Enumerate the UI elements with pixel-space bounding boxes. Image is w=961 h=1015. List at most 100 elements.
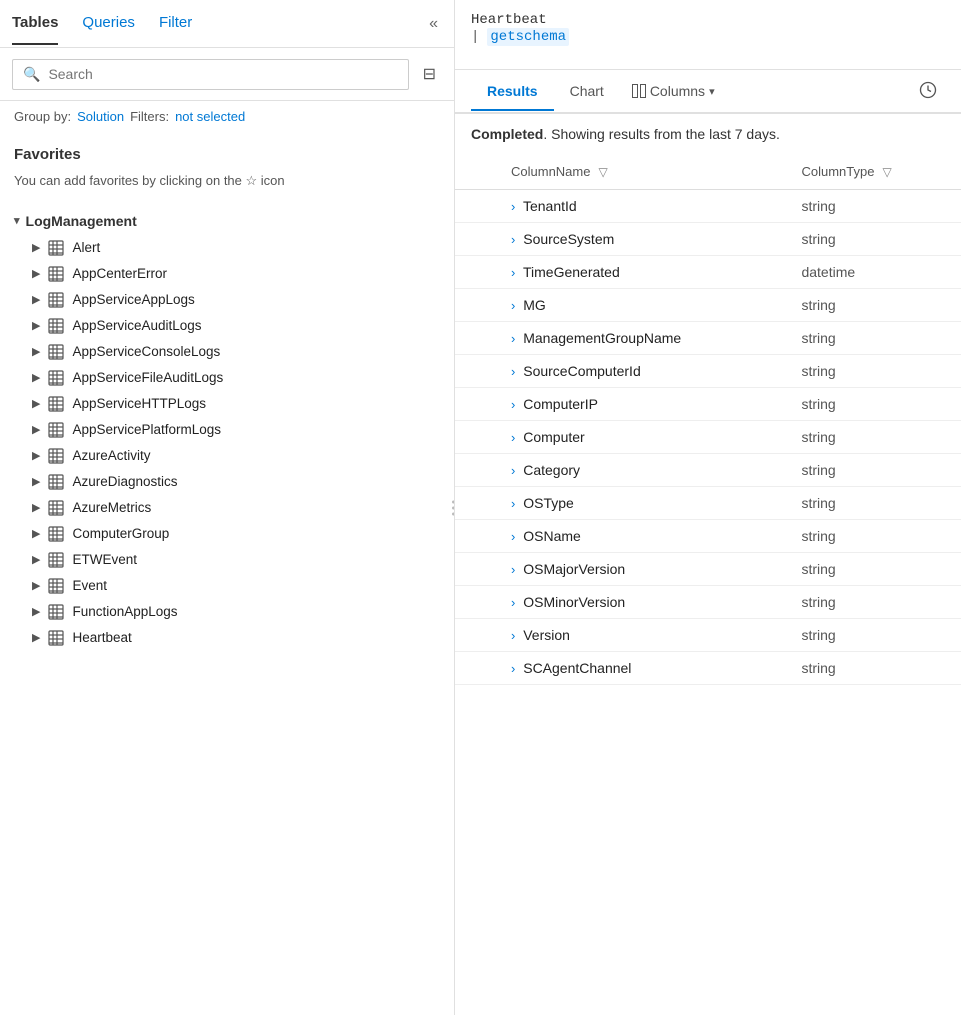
expand-arrow-icon: ▶ — [32, 605, 40, 618]
cell-column-type: string — [785, 553, 961, 586]
row-expand-icon[interactable]: › — [511, 463, 519, 478]
table-row[interactable]: › Version string — [455, 619, 961, 652]
table-grid-icon — [48, 630, 64, 646]
expand-arrow-icon: ▶ — [32, 631, 40, 644]
row-expand-icon[interactable]: › — [511, 232, 519, 247]
cell-column-type: string — [785, 487, 961, 520]
table-grid-icon — [48, 344, 64, 360]
row-expand-icon[interactable]: › — [511, 298, 519, 313]
table-item[interactable]: ▶ Event — [0, 573, 454, 599]
tab-results[interactable]: Results — [471, 73, 554, 111]
table-row[interactable]: › OSName string — [455, 520, 961, 553]
cell-column-type: string — [785, 322, 961, 355]
row-expand-icon[interactable]: › — [511, 199, 519, 214]
row-expand-icon[interactable]: › — [511, 496, 519, 511]
table-item[interactable]: ▶ AzureActivity — [0, 443, 454, 469]
tab-filter[interactable]: Filter — [159, 2, 192, 45]
logmanagement-header[interactable]: ▾ LogManagement — [0, 207, 454, 235]
table-row[interactable]: › ComputerIP string — [455, 388, 961, 421]
expand-arrow-icon: ▶ — [32, 319, 40, 332]
row-expand-icon[interactable]: › — [511, 331, 519, 346]
search-input[interactable] — [48, 66, 397, 82]
table-item[interactable]: ▶ AzureDiagnostics — [0, 469, 454, 495]
right-panel: Heartbeat | getschema Results Chart Colu… — [455, 0, 961, 1015]
table-item[interactable]: ▶ ETWEvent — [0, 547, 454, 573]
row-expand-icon[interactable]: › — [511, 529, 519, 544]
row-number — [455, 652, 495, 685]
table-item[interactable]: ▶ Heartbeat — [0, 625, 454, 651]
tab-columns[interactable]: Columns ▾ — [620, 73, 727, 111]
tab-tables[interactable]: Tables — [12, 2, 58, 45]
row-expand-icon[interactable]: › — [511, 562, 519, 577]
tab-chart[interactable]: Chart — [554, 73, 620, 111]
row-expand-icon[interactable]: › — [511, 364, 519, 379]
table-item[interactable]: ▶ FunctionAppLogs — [0, 599, 454, 625]
table-name-label: FunctionAppLogs — [72, 604, 177, 619]
row-number — [455, 487, 495, 520]
table-grid-icon — [48, 604, 64, 620]
row-expand-icon[interactable]: › — [511, 430, 519, 445]
table-row[interactable]: › SCAgentChannel string — [455, 652, 961, 685]
th-row-num — [455, 154, 495, 190]
column-type-filter-icon[interactable]: ▽ — [882, 165, 891, 179]
query-editor[interactable]: Heartbeat | getschema — [455, 0, 961, 70]
row-number — [455, 421, 495, 454]
column-name-filter-icon[interactable]: ▽ — [598, 165, 607, 179]
columns-icon — [632, 84, 646, 98]
table-row[interactable]: › OSType string — [455, 487, 961, 520]
table-item[interactable]: ▶ AppServiceAppLogs — [0, 287, 454, 313]
expand-arrow-icon: ▶ — [32, 553, 40, 566]
expand-arrow-icon: ▶ — [32, 293, 40, 306]
expand-arrow-icon: ▶ — [32, 241, 40, 254]
filters-value[interactable]: not selected — [175, 109, 245, 124]
expand-arrow-icon: ▶ — [32, 579, 40, 592]
time-icon-button[interactable] — [911, 73, 945, 110]
table-item[interactable]: ▶ Alert — [0, 235, 454, 261]
row-expand-icon[interactable]: › — [511, 595, 519, 610]
table-item[interactable]: ▶ ComputerGroup — [0, 521, 454, 547]
row-expand-icon[interactable]: › — [511, 265, 519, 280]
table-row[interactable]: › OSMinorVersion string — [455, 586, 961, 619]
table-name-label: AppServiceConsoleLogs — [72, 344, 220, 359]
filter-icon[interactable]: ⊟ — [417, 58, 442, 90]
table-row[interactable]: › TimeGenerated datetime — [455, 256, 961, 289]
table-item[interactable]: ▶ AppServiceHTTPLogs — [0, 391, 454, 417]
group-by-value[interactable]: Solution — [77, 109, 124, 124]
table-row[interactable]: › ManagementGroupName string — [455, 322, 961, 355]
row-expand-icon[interactable]: › — [511, 661, 519, 676]
table-item[interactable]: ▶ AppServiceFileAuditLogs — [0, 365, 454, 391]
table-name-label: AzureActivity — [72, 448, 150, 463]
query-line-1: Heartbeat — [471, 12, 945, 28]
cell-column-name: › SCAgentChannel — [495, 652, 785, 685]
table-item[interactable]: ▶ AzureMetrics — [0, 495, 454, 521]
table-row[interactable]: › Computer string — [455, 421, 961, 454]
table-name-label: Event — [72, 578, 107, 593]
table-grid-icon — [48, 370, 64, 386]
table-row[interactable]: › SourceComputerId string — [455, 355, 961, 388]
table-row[interactable]: › OSMajorVersion string — [455, 553, 961, 586]
row-expand-icon[interactable]: › — [511, 628, 519, 643]
table-row[interactable]: › TenantId string — [455, 190, 961, 223]
table-row[interactable]: › SourceSystem string — [455, 223, 961, 256]
table-item[interactable]: ▶ AppServiceConsoleLogs — [0, 339, 454, 365]
table-row[interactable]: › Category string — [455, 454, 961, 487]
table-item[interactable]: ▶ AppCenterError — [0, 261, 454, 287]
table-name-label: AppServiceFileAuditLogs — [72, 370, 223, 385]
table-item[interactable]: ▶ AppServiceAuditLogs — [0, 313, 454, 339]
cell-column-type: string — [785, 652, 961, 685]
cell-column-type: string — [785, 421, 961, 454]
resize-handle[interactable] — [450, 0, 454, 1015]
query-table-name: Heartbeat — [471, 12, 547, 28]
cell-column-type: string — [785, 190, 961, 223]
collapse-button[interactable]: « — [425, 11, 442, 37]
table-item[interactable]: ▶ AppServicePlatformLogs — [0, 417, 454, 443]
cell-column-name: › OSName — [495, 520, 785, 553]
search-icon: 🔍 — [23, 66, 40, 83]
row-expand-icon[interactable]: › — [511, 397, 519, 412]
table-row[interactable]: › MG string — [455, 289, 961, 322]
th-column-name: ColumnName ▽ — [495, 154, 785, 190]
schema-table: ColumnName ▽ ColumnType ▽ › — [455, 154, 961, 685]
th-column-type: ColumnType ▽ — [785, 154, 961, 190]
tab-queries[interactable]: Queries — [82, 2, 135, 45]
table-name-label: ETWEvent — [72, 552, 137, 567]
